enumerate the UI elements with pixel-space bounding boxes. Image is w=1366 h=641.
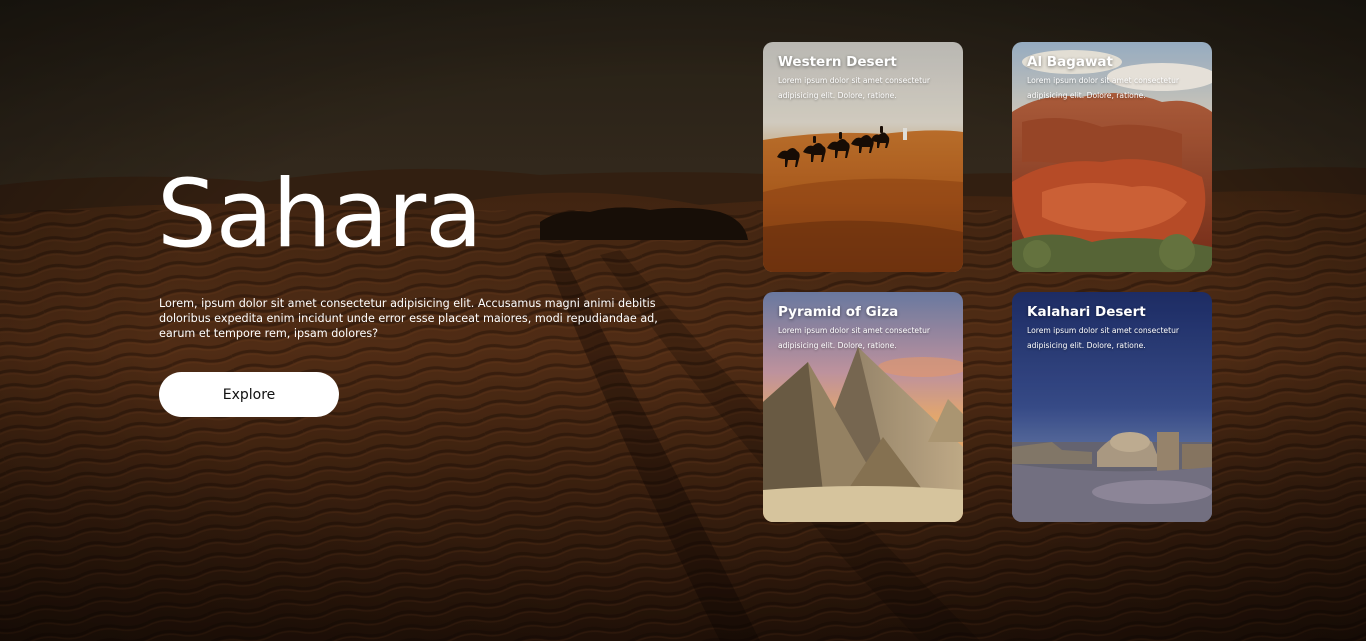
hero-title: Sahara [157,160,483,269]
explore-button[interactable]: Explore [159,372,339,417]
card-text: Lorem ipsum dolor sit amet consectetur a… [1027,326,1180,350]
hero-description: Lorem, ipsum dolor sit amet consectetur … [159,297,658,340]
card-title: Al Bagawat [1027,54,1113,70]
card-text: Lorem ipsum dolor sit amet consectetur a… [778,326,931,350]
card-western-desert[interactable]: Western Desert Lorem ipsum dolor sit ame… [763,42,963,272]
card-text: Lorem ipsum dolor sit amet consectetur a… [1027,76,1180,100]
card-text: Lorem ipsum dolor sit amet consectetur a… [778,76,931,100]
page: Sahara Lorem, ipsum dolor sit amet conse… [0,0,1366,641]
card-al-bagawat[interactable]: Al Bagawat Lorem ipsum dolor sit amet co… [1012,42,1212,272]
card-title: Western Desert [778,54,897,70]
card-pyramid-of-giza[interactable]: Pyramid of Giza Lorem ipsum dolor sit am… [763,292,963,522]
card-kalahari-desert[interactable]: Kalahari Desert Lorem ipsum dolor sit am… [1012,292,1212,522]
card-title: Kalahari Desert [1027,304,1146,320]
card-title: Pyramid of Giza [778,304,899,320]
